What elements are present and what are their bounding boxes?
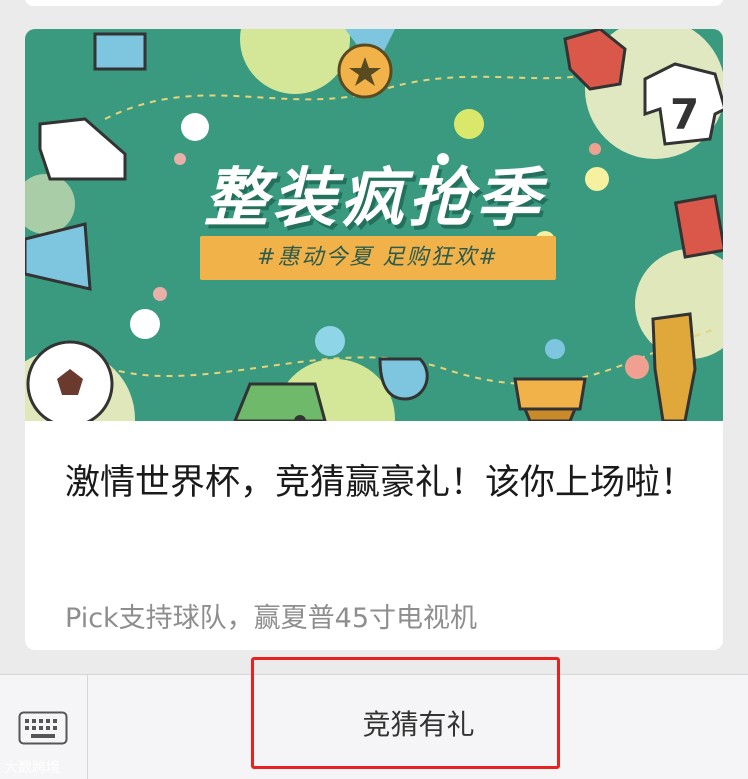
article-banner[interactable]: 7 整装疯抢季 #惠动今夏 足购狂欢# <box>25 29 723 421</box>
article-title: 激情世界杯，竞猜赢豪礼！该你上场啦！ <box>65 463 696 503</box>
banner-tagline: #惠动今夏 足购狂欢# <box>200 236 556 280</box>
banner-title: 整装疯抢季 <box>204 162 544 236</box>
keyboard-icon <box>18 711 68 745</box>
watermark: 大数跨境 <box>4 760 60 776</box>
jersey-number: 7 <box>670 90 699 139</box>
article-subtitle: Pick支持球队，赢夏普45寸电视机 <box>65 603 478 634</box>
previous-card-edge <box>25 0 723 6</box>
article-card[interactable]: 7 整装疯抢季 #惠动今夏 足购狂欢# 激情世界杯，竞猜赢豪礼！该你上场啦！ P… <box>25 29 723 650</box>
highlight-box <box>251 657 560 769</box>
